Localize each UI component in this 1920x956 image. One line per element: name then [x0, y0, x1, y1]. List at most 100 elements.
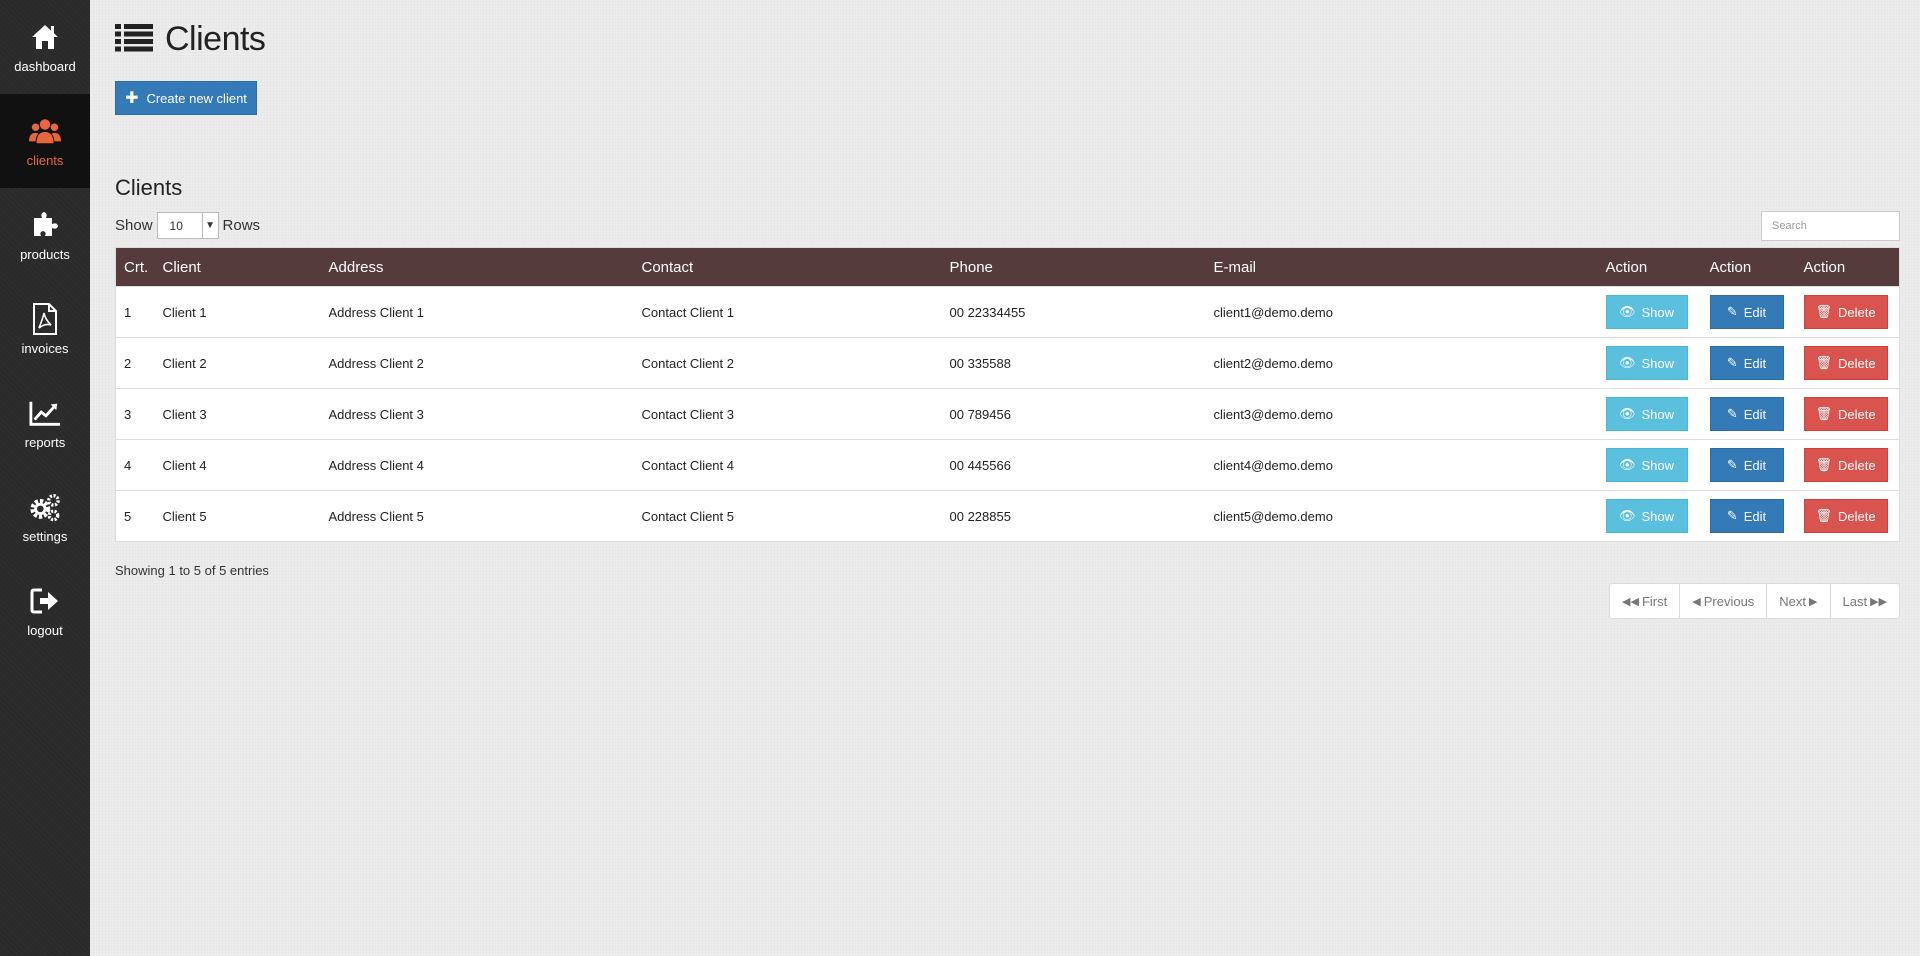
show-button[interactable]: 👁 Show: [1605, 295, 1688, 329]
delete-button[interactable]: 🗑 Delete: [1803, 295, 1888, 329]
edit-button[interactable]: ✎ Edit: [1709, 346, 1784, 380]
sidebar: dashboard clients products invoices repo…: [0, 0, 90, 956]
table-body: 1 Client 1 Address Client 1 Contact Client …: [115, 286, 1900, 542]
sidebar-item-invoices[interactable]: invoices: [0, 282, 90, 376]
last-page-label: Last: [1842, 593, 1868, 609]
sidebar-item-label: invoices: [21, 340, 69, 356]
cell-address: Address Client 1: [328, 304, 424, 320]
cell-address: Address Client 5: [328, 508, 424, 524]
cell-action-edit: ✎ Edit: [1702, 491, 1796, 542]
previous-page-button[interactable]: ◀ Previous: [1679, 584, 1766, 618]
trash-icon: 🗑: [1815, 355, 1832, 370]
last-page-button[interactable]: Last ▶▶: [1829, 584, 1900, 618]
cell-email: client1@demo.demo: [1213, 304, 1333, 320]
edit-icon: ✎: [1726, 508, 1738, 523]
sidebar-item-products[interactable]: products: [0, 188, 90, 282]
cell-action-delete: 🗑 Delete: [1796, 491, 1900, 542]
first-page-button[interactable]: ◀◀ First: [1610, 584, 1679, 618]
sidebar-item-label: logout: [27, 622, 63, 638]
show-label: Show: [1641, 355, 1675, 371]
edit-button[interactable]: ✎ Edit: [1709, 397, 1784, 431]
show-button[interactable]: 👁 Show: [1605, 397, 1688, 431]
sidebar-item-logout[interactable]: logout: [0, 564, 90, 658]
edit-button[interactable]: ✎ Edit: [1709, 295, 1784, 329]
column-header[interactable]: Client: [155, 248, 321, 287]
cell-email: client3@demo.demo: [1213, 406, 1333, 422]
clients-table: Crt. Client Address Contact Phone E-mail…: [115, 247, 1900, 542]
cell-action-show: 👁 Show: [1598, 287, 1702, 338]
cell-contact: Contact Client 4: [641, 457, 735, 473]
eye-icon: 👁: [1618, 406, 1636, 421]
delete-button[interactable]: 🗑 Delete: [1803, 499, 1888, 533]
column-header: Action: [1709, 258, 1752, 276]
show-button[interactable]: 👁 Show: [1605, 346, 1688, 380]
cell-client: Client 3: [162, 406, 207, 422]
rows-select[interactable]: 10 ▼: [156, 212, 219, 239]
eye-icon: 👁: [1618, 508, 1636, 523]
sidebar-item-label: clients: [26, 152, 64, 168]
delete-label: Delete: [1837, 508, 1876, 524]
sidebar-item-label: settings: [22, 528, 68, 544]
delete-label: Delete: [1837, 406, 1876, 422]
section-title: Clients: [115, 175, 183, 200]
column-header: Action: [1803, 258, 1846, 276]
pagination: ◀◀ First ◀ Previous Next ▶ Last ▶▶: [1609, 583, 1900, 619]
edit-icon: ✎: [1726, 355, 1738, 370]
eye-icon: 👁: [1618, 304, 1636, 319]
table-info: Showing 1 to 5 of 5 entries: [115, 563, 269, 578]
table-row: 5 Client 5 Address Client 5 Contact Client …: [115, 490, 1900, 542]
table-row: 1 Client 1 Address Client 1 Contact Client …: [115, 286, 1900, 338]
cell-crt: 4: [124, 457, 132, 473]
cell-crt: 3: [124, 406, 132, 422]
table-row: 2 Client 2 Address Client 2 Contact Client …: [115, 337, 1900, 389]
create-client-button[interactable]: ✚ Create new client: [115, 81, 257, 115]
cell-client: Client 1: [162, 304, 207, 320]
chevron-right-icon: ▶: [1809, 595, 1818, 608]
sidebar-item-clients[interactable]: clients: [0, 94, 90, 188]
column-header[interactable]: Address: [321, 248, 634, 287]
cell-client: Client 2: [162, 355, 207, 371]
next-page-button[interactable]: Next ▶: [1766, 584, 1829, 618]
cell-action-show: 👁 Show: [1598, 440, 1702, 491]
table-row: 4 Client 4 Address Client 4 Contact Client …: [115, 439, 1900, 491]
delete-label: Delete: [1837, 355, 1876, 371]
line-chart-icon: [29, 397, 61, 429]
cell-action-edit: ✎ Edit: [1702, 389, 1796, 440]
column-header[interactable]: Phone: [942, 248, 1206, 287]
column-header[interactable]: Contact: [634, 248, 942, 287]
cell-address: Address Client 3: [328, 406, 424, 422]
edit-button[interactable]: ✎ Edit: [1709, 499, 1784, 533]
page-header: Clients: [115, 20, 266, 59]
double-chevron-right-icon: ▶▶: [1870, 595, 1887, 608]
column-header[interactable]: Crt.: [116, 248, 155, 287]
cell-contact: Contact Client 1: [641, 304, 735, 320]
delete-button[interactable]: 🗑 Delete: [1803, 346, 1888, 380]
trash-icon: 🗑: [1815, 457, 1832, 472]
sidebar-item-dashboard[interactable]: dashboard: [0, 0, 90, 94]
cell-phone: 00 228855: [949, 508, 1011, 524]
show-button[interactable]: 👁 Show: [1605, 499, 1688, 533]
cell-action-delete: 🗑 Delete: [1796, 338, 1900, 389]
cell-action-edit: ✎ Edit: [1702, 440, 1796, 491]
edit-button[interactable]: ✎ Edit: [1709, 448, 1784, 482]
sidebar-item-settings[interactable]: settings: [0, 470, 90, 564]
cell-email: client4@demo.demo: [1213, 457, 1333, 473]
chevron-left-icon: ◀: [1692, 595, 1701, 608]
pdf-file-icon: [29, 302, 61, 335]
cell-email: client5@demo.demo: [1213, 508, 1333, 524]
delete-button[interactable]: 🗑 Delete: [1803, 448, 1888, 482]
show-label: Show: [115, 217, 153, 234]
list-icon: [115, 22, 153, 57]
sidebar-item-reports[interactable]: reports: [0, 376, 90, 470]
cell-phone: 00 335588: [949, 355, 1011, 371]
column-header[interactable]: E-mail: [1206, 248, 1598, 287]
cell-crt: 1: [124, 304, 132, 320]
cell-action-edit: ✎ Edit: [1702, 338, 1796, 389]
edit-label: Edit: [1743, 508, 1767, 524]
page-title: Clients: [165, 20, 266, 58]
delete-button[interactable]: 🗑 Delete: [1803, 397, 1888, 431]
cell-action-show: 👁 Show: [1598, 389, 1702, 440]
cell-action-show: 👁 Show: [1598, 491, 1702, 542]
search-input[interactable]: [1761, 211, 1900, 241]
show-button[interactable]: 👁 Show: [1605, 448, 1688, 482]
